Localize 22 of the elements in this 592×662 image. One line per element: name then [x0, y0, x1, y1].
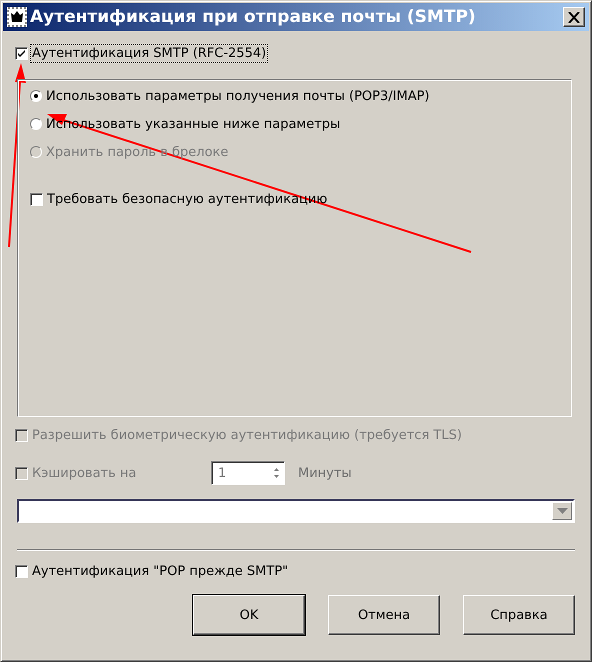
checkbox[interactable]: [15, 564, 28, 578]
checkmark-icon: [16, 48, 27, 58]
radio-button[interactable]: [30, 118, 42, 130]
account-dropdown[interactable]: [17, 499, 575, 523]
dropdown-arrow-icon: [556, 508, 568, 514]
dialog-button[interactable]: Справка: [463, 595, 575, 635]
dialog-button[interactable]: OK: [193, 595, 305, 635]
spinner-arrows-icon: [273, 466, 280, 480]
checkbox-label: Аутентификация SMTP (RFC-2554): [32, 46, 266, 60]
radio-button[interactable]: [30, 90, 42, 102]
dialog-button[interactable]: Отмена: [328, 595, 440, 635]
checkbox-label: Кэшировать на: [32, 466, 136, 480]
checkbox[interactable]: [30, 192, 43, 206]
radio-label: Использовать параметры получения почты (POP3/IMAP): [46, 88, 430, 104]
app-icon: [7, 7, 27, 27]
checkbox-label: Аутентификация "POP прежде SMTP": [32, 564, 288, 578]
window-title: Аутентификация при отправке почты (SMTP): [30, 7, 477, 27]
checkbox[interactable]: [15, 46, 28, 60]
close-icon: [568, 12, 580, 22]
close-button[interactable]: [563, 7, 585, 27]
checkbox-label: Разрешить биометрическую аутентификацию (требуется TLS): [32, 428, 462, 442]
minutes-label: Минуты: [298, 466, 352, 480]
